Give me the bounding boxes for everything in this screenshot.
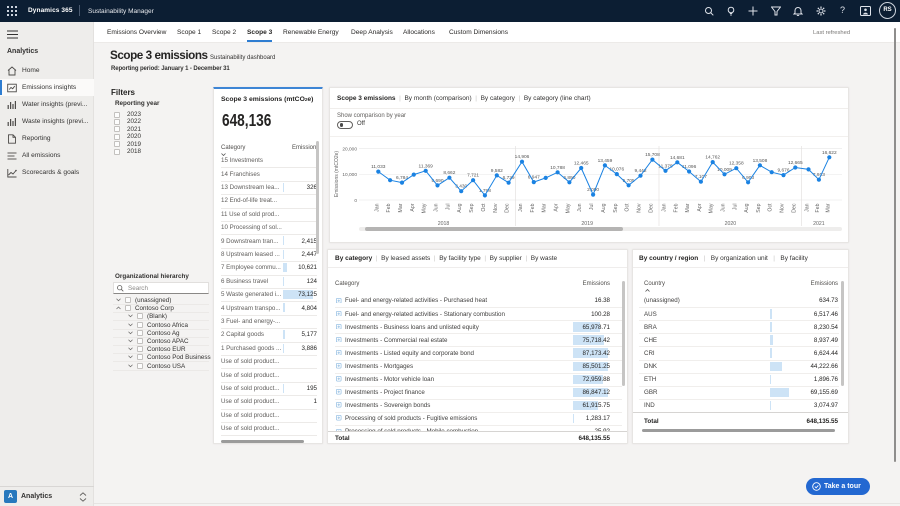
svg-text:12,665: 12,665 xyxy=(788,160,803,166)
svg-text:Jan: Jan xyxy=(662,203,668,211)
svg-text:16,622: 16,622 xyxy=(822,150,837,156)
svg-text:Oct: Oct xyxy=(481,203,487,212)
svg-text:Mar: Mar xyxy=(542,203,548,212)
svg-text:9,582: 9,582 xyxy=(491,168,503,174)
svg-text:Dec: Dec xyxy=(791,203,797,213)
svg-text:Mar: Mar xyxy=(398,203,404,212)
svg-text:Dec: Dec xyxy=(505,203,511,213)
svg-text:10,000: 10,000 xyxy=(342,172,357,178)
svg-text:Oct: Oct xyxy=(625,203,631,212)
svg-text:Apr: Apr xyxy=(554,203,560,211)
svg-text:13,459: 13,459 xyxy=(598,158,613,164)
svg-text:11,369: 11,369 xyxy=(419,163,434,169)
svg-text:0: 0 xyxy=(354,198,357,204)
svg-text:12,358: 12,358 xyxy=(729,161,744,167)
svg-text:Oct: Oct xyxy=(768,203,774,212)
svg-text:Feb: Feb xyxy=(815,203,821,212)
svg-text:Jan: Jan xyxy=(518,203,524,211)
svg-text:15,708: 15,708 xyxy=(645,152,660,158)
svg-text:Apr: Apr xyxy=(697,203,703,211)
svg-text:Emissions (mtCO2e): Emissions (mtCO2e) xyxy=(334,151,340,197)
svg-text:Jul: Jul xyxy=(732,204,738,211)
svg-text:Jun: Jun xyxy=(721,203,727,211)
svg-text:Mar: Mar xyxy=(685,203,691,212)
svg-text:Jun: Jun xyxy=(434,203,440,211)
svg-text:7,721: 7,721 xyxy=(467,173,479,179)
svg-text:2,090: 2,090 xyxy=(587,187,599,193)
svg-text:Apr: Apr xyxy=(410,203,416,211)
svg-text:May: May xyxy=(422,203,428,213)
svg-text:Aug: Aug xyxy=(744,203,750,212)
svg-text:Nov: Nov xyxy=(637,203,643,213)
svg-text:May: May xyxy=(565,203,571,213)
svg-text:10,076: 10,076 xyxy=(609,167,624,173)
svg-text:14,681: 14,681 xyxy=(670,155,685,161)
svg-text:Sep: Sep xyxy=(469,203,475,212)
svg-text:Nov: Nov xyxy=(780,203,786,213)
svg-text:8,662: 8,662 xyxy=(443,170,455,176)
svg-text:Jan: Jan xyxy=(805,203,811,211)
svg-text:Aug: Aug xyxy=(457,203,463,212)
svg-text:Nov: Nov xyxy=(493,203,499,213)
svg-text:May: May xyxy=(709,203,715,213)
svg-text:6,890: 6,890 xyxy=(563,175,575,181)
svg-text:Mar: Mar xyxy=(825,203,831,212)
svg-text:Feb: Feb xyxy=(673,203,679,212)
svg-text:11,033: 11,033 xyxy=(371,164,386,170)
svg-text:14,906: 14,906 xyxy=(515,154,530,160)
svg-text:Feb: Feb xyxy=(530,203,536,212)
svg-text:6,784: 6,784 xyxy=(396,175,408,181)
svg-text:Sep: Sep xyxy=(756,203,762,212)
svg-text:Jul: Jul xyxy=(445,204,451,211)
svg-text:12,465: 12,465 xyxy=(574,161,589,167)
svg-text:Jul: Jul xyxy=(589,204,595,211)
svg-text:13,508: 13,508 xyxy=(753,158,768,164)
svg-text:14,762: 14,762 xyxy=(705,155,720,161)
svg-text:Feb: Feb xyxy=(386,203,392,212)
svg-text:Aug: Aug xyxy=(601,203,607,212)
svg-text:10,788: 10,788 xyxy=(550,165,565,171)
svg-text:Sep: Sep xyxy=(613,203,619,212)
svg-text:Jun: Jun xyxy=(577,203,583,211)
svg-text:Jan: Jan xyxy=(374,203,380,211)
svg-text:20,000: 20,000 xyxy=(342,146,357,152)
svg-text:Dec: Dec xyxy=(648,203,654,213)
